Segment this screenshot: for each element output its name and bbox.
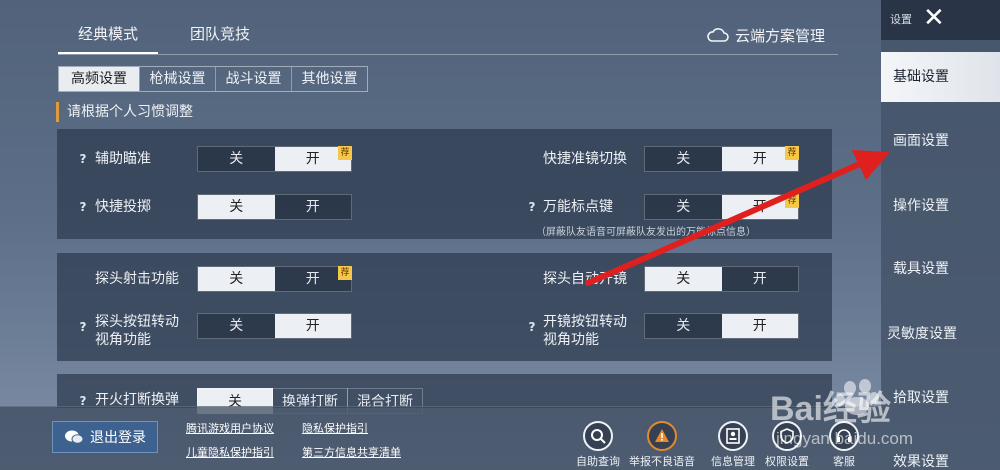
baidu-paw-icon: Bai经验 jingyan.baidu.com	[770, 379, 913, 448]
watermark-url: jingyan.baidu.com	[775, 429, 913, 448]
baidu-watermark: Bai经验 jingyan.baidu.com	[770, 378, 980, 458]
watermark-brand: Bai经验	[770, 389, 891, 428]
